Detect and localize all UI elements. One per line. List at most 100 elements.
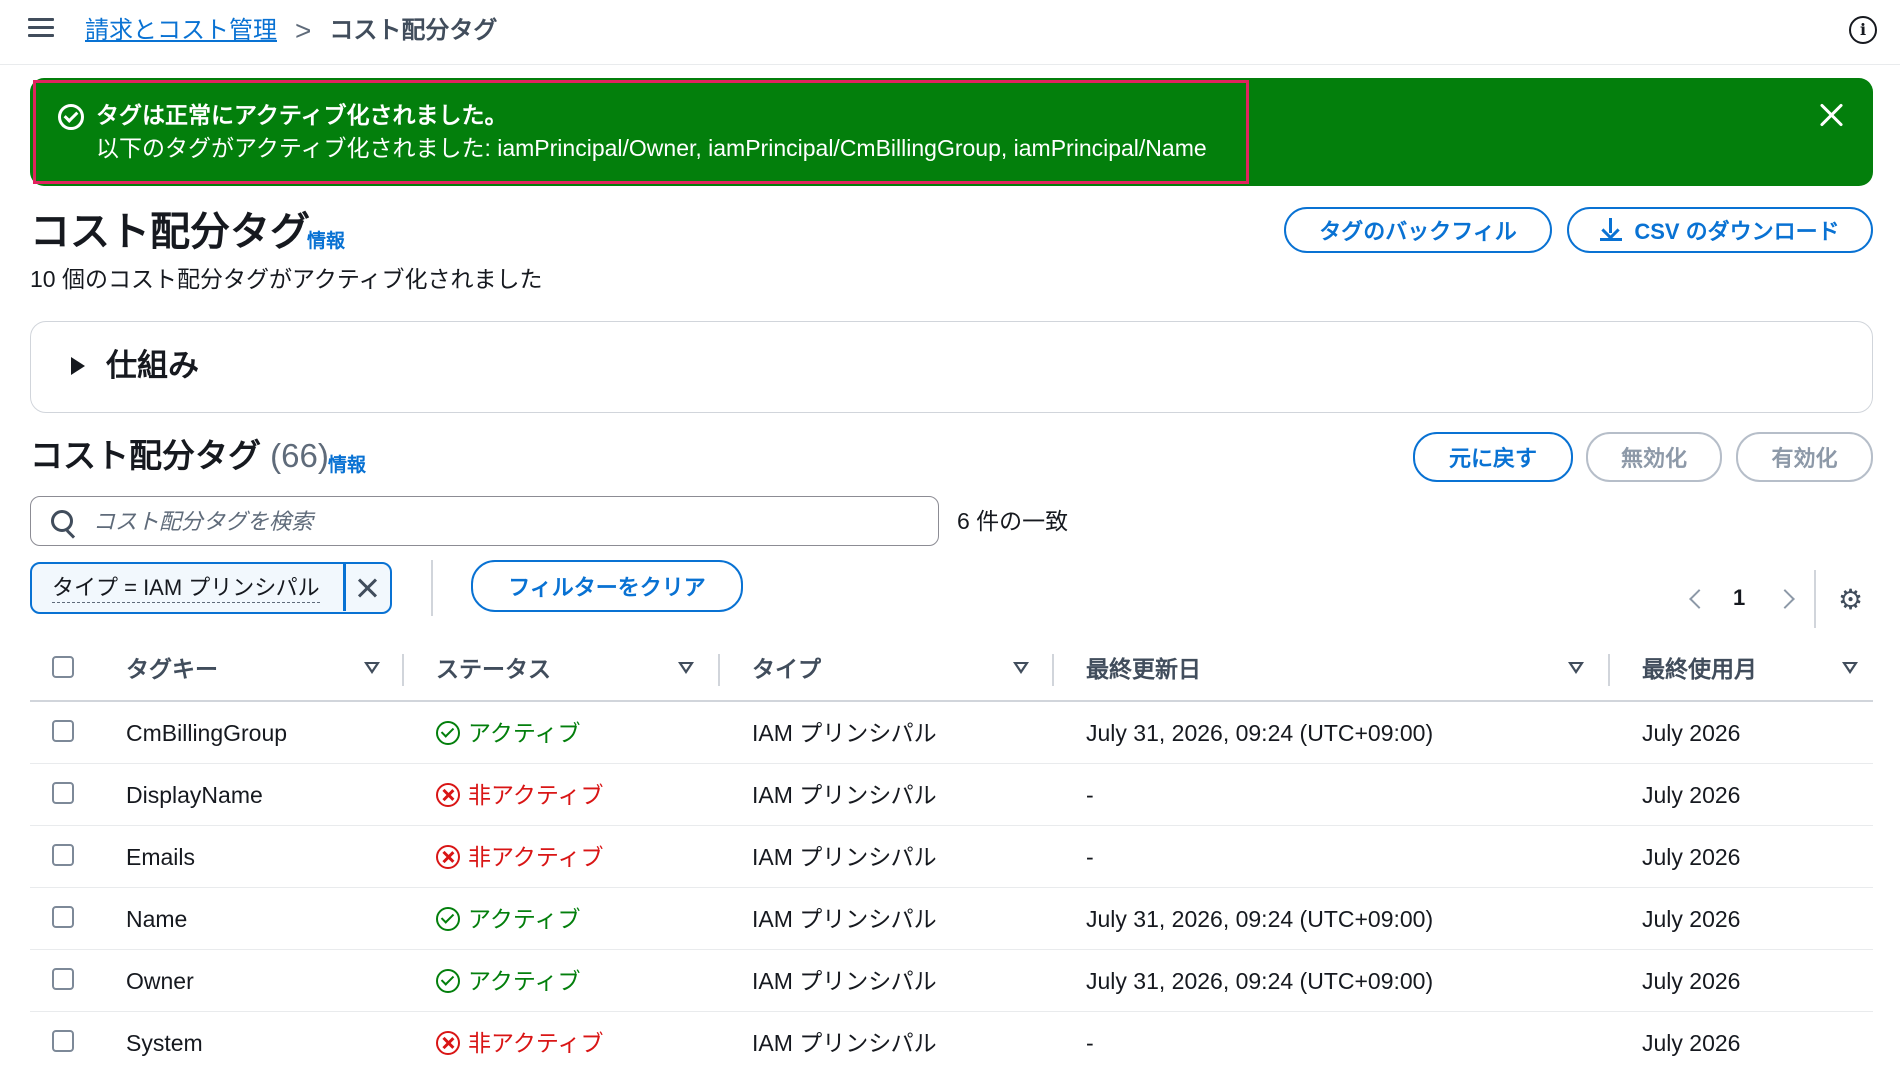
table-title-text: コスト配分タグ — [30, 437, 261, 474]
divider — [1814, 570, 1816, 628]
table-row[interactable]: DisplayName 非アクティブ IAM プリンシパル - July 2026 — [30, 764, 1873, 826]
table-title: コスト配分タグ (66) — [30, 434, 329, 478]
select-all-checkbox[interactable] — [52, 656, 74, 678]
column-separator[interactable] — [718, 654, 720, 686]
filter-token-label[interactable]: タイプ = IAM プリンシパル — [52, 574, 320, 603]
download-csv-button[interactable]: CSV のダウンロード — [1567, 207, 1873, 253]
status-error-icon — [436, 1031, 460, 1055]
column-header-type[interactable]: タイプ — [752, 654, 821, 684]
clear-filter-button[interactable]: フィルターをクリア — [471, 560, 743, 612]
sort-icon[interactable] — [1013, 662, 1029, 674]
caret-right-icon — [71, 357, 85, 375]
table-info-link[interactable]: 情報 — [328, 450, 366, 477]
table-row[interactable]: Name アクティブ IAM プリンシパル July 31, 2026, 09:24 … — [30, 888, 1873, 950]
status-text: アクティブ — [468, 720, 581, 746]
cell-last-updated: July 31, 2026, 09:24 (UTC+09:00) — [1086, 906, 1434, 932]
cell-tag-key: DisplayName — [126, 782, 263, 808]
page-subtitle: 10 個のコスト配分タグがアクティブ化されました — [30, 266, 543, 292]
table-header: タグキー ステータス タイプ 最終更新日 最終使用月 — [30, 640, 1873, 702]
table-row[interactable]: Owner アクティブ IAM プリンシパル July 31, 2026, 09:24… — [30, 950, 1873, 1012]
status-error-icon — [436, 845, 460, 869]
search-input[interactable] — [91, 497, 925, 547]
cell-status: アクティブ — [436, 904, 580, 934]
cell-last-used-month: July 2026 — [1642, 782, 1741, 808]
status-text: アクティブ — [468, 968, 581, 994]
search-icon — [51, 510, 73, 532]
cell-tag-key: CmBillingGroup — [126, 720, 288, 746]
table-body: CmBillingGroup アクティブ IAM プリンシパル July 31, 20… — [30, 702, 1873, 1073]
gear-icon[interactable]: ⚙ — [1838, 586, 1863, 614]
deactivate-button[interactable]: 無効化 — [1586, 432, 1722, 482]
backfill-tags-label: タグのバックフィル — [1319, 219, 1517, 244]
cell-last-updated: - — [1086, 844, 1094, 870]
token-divider — [343, 564, 346, 611]
match-count: 6 件の一致 — [957, 508, 1069, 534]
menu-icon[interactable] — [28, 18, 54, 40]
page-info-link[interactable]: 情報 — [307, 226, 345, 253]
column-header-last-used-month[interactable]: 最終使用月 — [1642, 654, 1757, 684]
status-text: 非アクティブ — [468, 782, 604, 808]
breadcrumb-current: コスト配分タグ — [329, 17, 498, 44]
chevron-left-icon[interactable] — [1689, 589, 1709, 609]
breadcrumb: 請求とコスト管理 > コスト配分タグ — [85, 14, 497, 48]
table-row[interactable]: CmBillingGroup アクティブ IAM プリンシパル July 31, 20… — [30, 702, 1873, 764]
cell-last-used-month: July 2026 — [1642, 906, 1741, 932]
cell-tag-key: Emails — [126, 844, 196, 870]
how-it-works-expandable[interactable]: 仕組み — [30, 321, 1873, 413]
cell-last-updated: - — [1086, 782, 1094, 808]
chevron-right-icon: > — [295, 15, 312, 46]
status-success-icon — [436, 907, 460, 931]
cell-tag-key: Name — [126, 906, 188, 932]
column-header-last-updated[interactable]: 最終更新日 — [1086, 654, 1201, 684]
sort-icon[interactable] — [364, 662, 380, 674]
remove-filter-icon[interactable] — [348, 568, 388, 608]
tags-table: タグキー ステータス タイプ 最終更新日 最終使用月 CmBillingGrou… — [30, 640, 1873, 1073]
activate-button[interactable]: 有効化 — [1736, 432, 1873, 482]
row-checkbox[interactable] — [52, 720, 74, 742]
revert-button[interactable]: 元に戻す — [1413, 432, 1573, 482]
cell-last-used-month: July 2026 — [1642, 844, 1741, 870]
cell-status: 非アクティブ — [436, 780, 603, 810]
status-success-icon — [436, 969, 460, 993]
sort-icon[interactable] — [1568, 662, 1584, 674]
column-header-status[interactable]: ステータス — [436, 654, 551, 684]
backfill-tags-button[interactable]: タグのバックフィル — [1284, 207, 1552, 253]
column-header-tag-key[interactable]: タグキー — [126, 654, 218, 684]
sort-icon[interactable] — [678, 662, 694, 674]
search-field[interactable] — [30, 496, 939, 547]
row-checkbox[interactable] — [52, 782, 74, 804]
table-row[interactable]: System 非アクティブ IAM プリンシパル - July 2026 — [30, 1012, 1873, 1073]
column-separator[interactable] — [1052, 654, 1054, 686]
cell-last-updated: July 31, 2026, 09:24 (UTC+09:00) — [1086, 968, 1434, 994]
cell-last-used-month: July 2026 — [1642, 720, 1741, 746]
breadcrumb-billing-link[interactable]: 請求とコスト管理 — [85, 14, 277, 48]
revert-label: 元に戻す — [1448, 446, 1537, 471]
column-separator[interactable] — [1608, 654, 1610, 686]
table-row[interactable]: Emails 非アクティブ IAM プリンシパル - July 2026 — [30, 826, 1873, 888]
column-separator[interactable] — [402, 654, 404, 686]
cell-last-updated: - — [1086, 1030, 1094, 1056]
cell-type: IAM プリンシパル — [752, 844, 937, 870]
row-checkbox[interactable] — [52, 844, 74, 866]
page-number[interactable]: 1 — [1733, 585, 1745, 611]
cell-type: IAM プリンシパル — [752, 782, 937, 808]
cell-status: アクティブ — [436, 966, 580, 996]
table-count: (66) — [270, 437, 329, 474]
cell-last-used-month: July 2026 — [1642, 1030, 1741, 1056]
cell-last-updated: July 31, 2026, 09:24 (UTC+09:00) — [1086, 720, 1434, 746]
deactivate-label: 無効化 — [1620, 446, 1687, 471]
row-checkbox[interactable] — [52, 968, 74, 990]
clear-filter-label: フィルターをクリア — [508, 575, 706, 600]
sort-icon[interactable] — [1842, 662, 1858, 674]
download-csv-label: CSV のダウンロード — [1634, 219, 1840, 244]
row-checkbox[interactable] — [52, 1030, 74, 1052]
cell-tag-key: System — [126, 1030, 203, 1056]
status-text: アクティブ — [468, 906, 581, 932]
cell-last-used-month: July 2026 — [1642, 968, 1741, 994]
info-icon[interactable]: i — [1849, 16, 1877, 44]
row-checkbox[interactable] — [52, 906, 74, 928]
cell-status: 非アクティブ — [436, 1028, 603, 1058]
chevron-right-icon[interactable] — [1775, 589, 1795, 609]
close-icon[interactable] — [1815, 98, 1849, 132]
cell-type: IAM プリンシパル — [752, 968, 937, 994]
